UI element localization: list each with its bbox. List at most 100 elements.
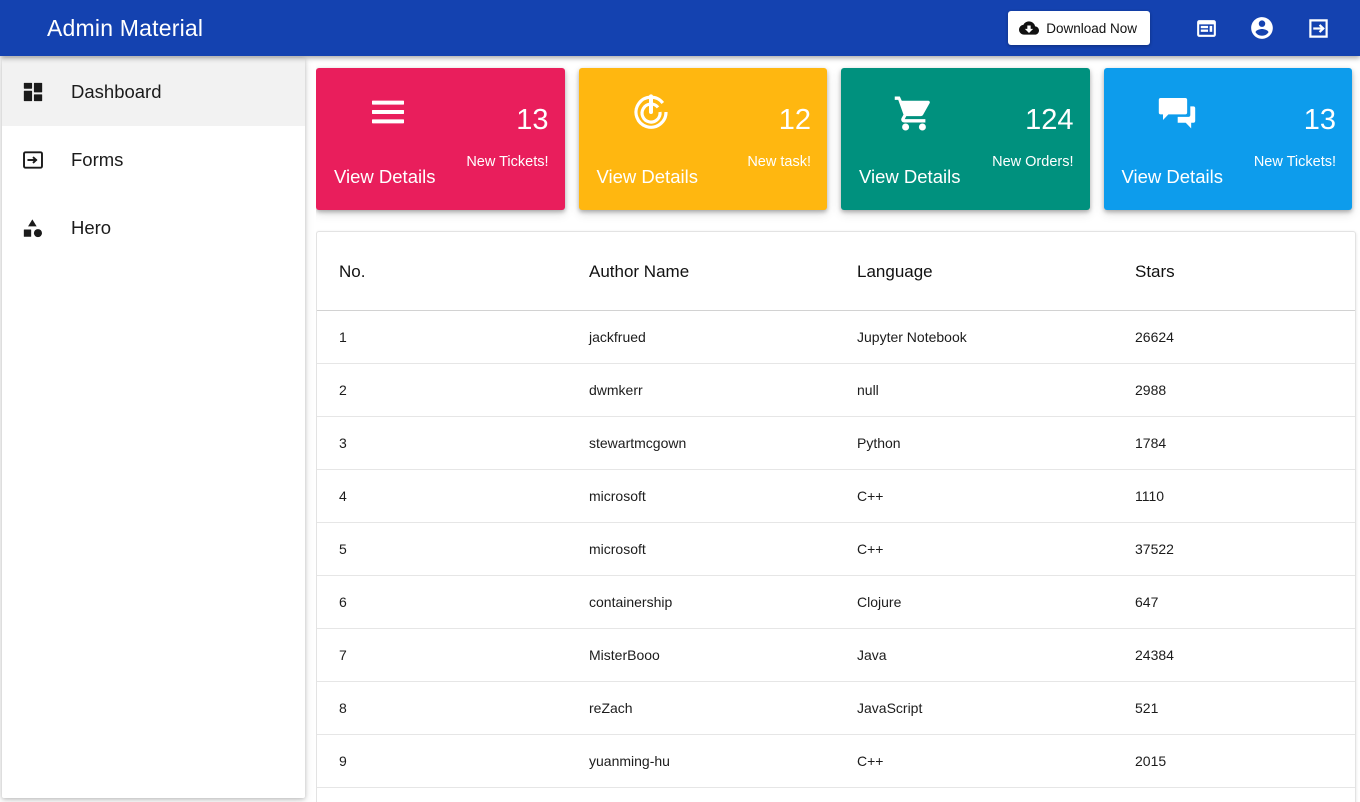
stat-card-subtitle: New Tickets! <box>466 154 549 170</box>
cell-language: C++ <box>857 469 1135 523</box>
web-asset-icon <box>1194 16 1219 41</box>
sidebar-item-dashboard[interactable]: Dashboard <box>2 58 305 126</box>
stat-card-subtitle: New task! <box>747 154 811 170</box>
cell-no: 7 <box>317 628 589 682</box>
cell-no: 2 <box>317 363 589 417</box>
cell-language: Python <box>857 416 1135 470</box>
view-details-link[interactable]: View Details <box>859 166 960 188</box>
cell-stars: 2988 <box>1135 363 1355 417</box>
admin-dashboard-page: Admin Material Download Now Dashboard Fo… <box>0 0 1360 802</box>
table-row[interactable]: 7 MisterBooo Java 24384 <box>317 628 1355 682</box>
cell-stars: 1784 <box>1135 416 1355 470</box>
stat-card-messages[interactable]: 13 New Tickets! View Details <box>1103 68 1352 210</box>
table-row[interactable]: 4 microsoft C++ 1110 <box>317 469 1355 523</box>
dashboard-icon <box>22 81 52 103</box>
table-row[interactable]: 9 yuanming-hu C++ 2015 <box>317 734 1355 788</box>
cell-author: MisterBooo <box>589 628 857 682</box>
account-circle-icon-button[interactable] <box>1238 4 1286 52</box>
cell-language: C++ <box>857 734 1135 788</box>
table-row[interactable]: 3 stewartmcgown Python 1784 <box>317 416 1355 470</box>
stat-card-subtitle: New Orders! <box>992 154 1074 170</box>
cell-stars: 26624 <box>1135 310 1355 364</box>
cell-author: microsoft <box>589 522 857 576</box>
cell-no: 3 <box>317 416 589 470</box>
cell-stars: 521 <box>1135 681 1355 735</box>
cell-author: yuanming-hu <box>589 734 857 788</box>
app-bar: Admin Material Download Now <box>0 0 1360 56</box>
cell-no: 5 <box>317 522 589 576</box>
sidebar-item-hero[interactable]: Hero <box>2 194 305 262</box>
table-body: 1 jackfrued Jupyter Notebook 26624 2 dwm… <box>317 310 1355 802</box>
column-header-author[interactable]: Author Name <box>589 232 857 311</box>
stat-card-subtitle: New Tickets! <box>1253 154 1336 170</box>
cell-author: microsoft <box>589 469 857 523</box>
input-icon <box>22 149 52 171</box>
view-details-link[interactable]: View Details <box>597 166 698 188</box>
cell-no: 1 <box>317 310 589 364</box>
column-header-stars[interactable]: Stars <box>1135 232 1355 311</box>
table-row[interactable]: 8 reZach JavaScript 521 <box>317 681 1355 735</box>
stat-card-tickets[interactable]: 13 New Tickets! View Details <box>316 68 565 210</box>
cell-language: null <box>857 363 1135 417</box>
question-answer-icon <box>1156 92 1198 134</box>
cell-language: Jupyter Notebook <box>857 310 1135 364</box>
cell-no: 9 <box>317 734 589 788</box>
cell-language: Java <box>857 628 1135 682</box>
view-details-link[interactable]: View Details <box>1122 166 1223 188</box>
menu-icon <box>368 92 408 132</box>
cell-author: containership <box>589 575 857 629</box>
table-row[interactable]: 5 microsoft C++ 37522 <box>317 522 1355 576</box>
stat-card-count: 12 <box>778 104 811 136</box>
cell-stars: 2274 <box>1135 787 1355 802</box>
cell-no: 4 <box>317 469 589 523</box>
column-header-no[interactable]: No. <box>317 232 589 311</box>
cell-no: 10 <box>317 787 589 802</box>
cell-author: ng-kit <box>589 787 857 802</box>
repositories-table-card: No. Author Name Language Stars 1 jackfru… <box>316 231 1356 802</box>
cell-language: Clojure <box>857 575 1135 629</box>
category-icon <box>22 217 52 239</box>
exit-to-app-icon <box>1306 16 1331 41</box>
track-changes-icon <box>631 92 671 132</box>
sidebar-item-label: Dashboard <box>71 81 162 102</box>
sidebar-item-forms[interactable]: Forms <box>2 126 305 194</box>
cell-stars: 1110 <box>1135 469 1355 523</box>
repositories-table: No. Author Name Language Stars 1 jackfru… <box>317 232 1355 802</box>
column-header-language[interactable]: Language <box>857 232 1135 311</box>
stat-card-count: 13 <box>1303 104 1336 136</box>
stat-card-tasks[interactable]: 12 New task! View Details <box>578 68 827 210</box>
cell-language: JavaScript <box>857 681 1135 735</box>
download-now-button[interactable]: Download Now <box>1008 11 1150 45</box>
stat-card-orders[interactable]: 124 New Orders! View Details <box>841 68 1090 210</box>
main-content: 13 New Tickets! View Details 12 New task… <box>316 56 1360 802</box>
cell-author: reZach <box>589 681 857 735</box>
app-title: Admin Material <box>47 14 204 41</box>
table-row[interactable]: 6 containership Clojure 647 <box>317 575 1355 629</box>
view-details-link[interactable]: View Details <box>334 166 435 188</box>
download-now-label: Download Now <box>1046 20 1137 36</box>
table-header-row: No. Author Name Language Stars <box>317 232 1355 311</box>
web-asset-icon-button[interactable] <box>1182 4 1230 52</box>
table-row[interactable]: 1 jackfrued Jupyter Notebook 26624 <box>317 310 1355 364</box>
stat-cards-row: 13 New Tickets! View Details 12 New task… <box>316 68 1356 210</box>
table-row[interactable]: 10 ng-kit TypeScript 2274 <box>317 787 1355 802</box>
cloud-download-icon <box>1019 18 1040 38</box>
table-header: No. Author Name Language Stars <box>317 232 1355 311</box>
cell-stars: 647 <box>1135 575 1355 629</box>
shopping-cart-icon <box>893 92 935 134</box>
sidebar-item-label: Hero <box>71 217 112 238</box>
account-circle-icon <box>1249 15 1275 41</box>
cell-no: 6 <box>317 575 589 629</box>
stat-card-count: 13 <box>516 104 549 136</box>
sidebar-item-label: Forms <box>71 149 124 170</box>
cell-stars: 2015 <box>1135 734 1355 788</box>
cell-language: TypeScript <box>857 787 1135 802</box>
exit-to-app-icon-button[interactable] <box>1294 4 1342 52</box>
cell-no: 8 <box>317 681 589 735</box>
appbar-icon-group <box>1182 4 1342 52</box>
cell-stars: 24384 <box>1135 628 1355 682</box>
cell-author: jackfrued <box>589 310 857 364</box>
cell-author: stewartmcgown <box>589 416 857 470</box>
table-row[interactable]: 2 dwmkerr null 2988 <box>317 363 1355 417</box>
stat-card-count: 124 <box>1025 104 1074 136</box>
